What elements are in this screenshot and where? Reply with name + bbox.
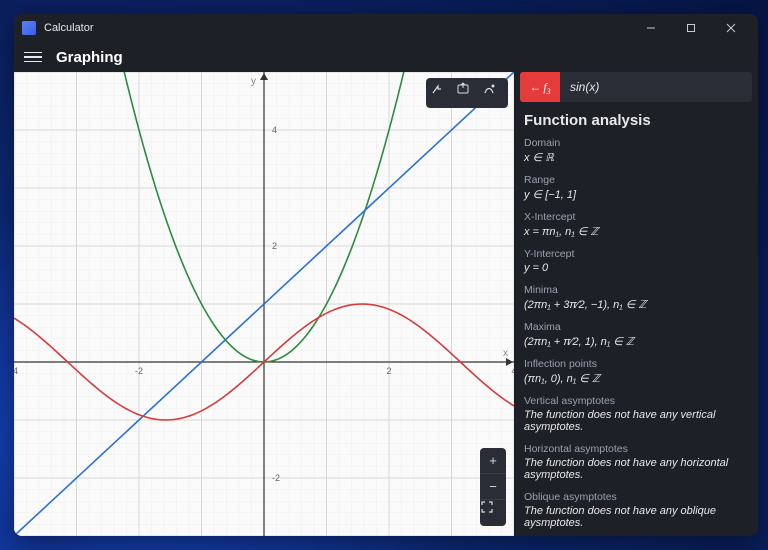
property-value: x ∈ ℝ <box>524 151 748 164</box>
svg-text:4: 4 <box>272 125 277 135</box>
analysis-properties-list[interactable]: Domain x ∈ ℝ Range y ∈ [−1, 1] X-Intercept x … <box>514 137 758 536</box>
property-value: (2πn₁ + 3π⁄2, −1), n₁ ∈ ℤ <box>524 298 748 311</box>
back-to-functions-button[interactable]: ← f3 <box>520 72 560 102</box>
property-label: Horizontal asymptotes <box>524 443 748 455</box>
function-header: ← f3 sin(x) <box>520 72 752 102</box>
property-label: Domain <box>524 137 748 149</box>
svg-text:2: 2 <box>386 366 391 376</box>
property-value: x = πn₁, n₁ ∈ ℤ <box>524 225 748 238</box>
content: -4-224-224xy + − ← f3 sin(x) <box>14 72 758 536</box>
analysis-panel: ← f3 sin(x) Function analysis Domain x ∈ … <box>514 72 758 536</box>
zoom-fit-button[interactable] <box>480 500 506 526</box>
function-expression[interactable]: sin(x) <box>560 72 752 102</box>
minimize-button[interactable] <box>632 14 670 42</box>
app-window: Calculator Graphing -4-224-224xy + − <box>14 14 758 536</box>
property-label: Inflection points <box>524 358 748 370</box>
analysis-property: Range y ∈ [−1, 1] <box>524 174 748 201</box>
nav-menu-button[interactable] <box>24 52 42 63</box>
property-value: (πn₁, 0), n₁ ∈ ℤ <box>524 372 748 385</box>
analysis-property: Minima (2πn₁ + 3π⁄2, −1), n₁ ∈ ℤ <box>524 284 748 311</box>
property-value: The function does not have any vertical … <box>524 409 748 433</box>
maximize-button[interactable] <box>672 14 710 42</box>
analysis-property: X-Intercept x = πn₁, n₁ ∈ ℤ <box>524 211 748 238</box>
graph-pane[interactable]: -4-224-224xy + − <box>14 72 514 536</box>
analysis-property: Domain x ∈ ℝ <box>524 137 748 164</box>
analysis-property: Oblique asymptotes The function does not … <box>524 491 748 529</box>
analysis-property: Maxima (2πn₁ + π⁄2, 1), n₁ ∈ ℤ <box>524 321 748 348</box>
graph-canvas[interactable]: -4-224-224xy <box>14 72 514 536</box>
analysis-property: Inflection points (πn₁, 0), n₁ ∈ ℤ <box>524 358 748 385</box>
graph-toolbar <box>426 78 508 108</box>
svg-text:x: x <box>503 348 508 359</box>
property-label: Vertical asymptotes <box>524 395 748 407</box>
property-label: X-Intercept <box>524 211 748 223</box>
zoom-out-button[interactable]: − <box>480 474 506 500</box>
svg-text:-4: -4 <box>14 366 18 376</box>
svg-text:-2: -2 <box>135 366 143 376</box>
close-button[interactable] <box>712 14 750 42</box>
app-icon <box>22 21 36 35</box>
property-value: The function does not have any oblique a… <box>524 505 748 529</box>
back-arrow-icon: ← <box>529 80 541 94</box>
property-value: The function does not have any horizonta… <box>524 457 748 481</box>
zoom-in-button[interactable]: + <box>480 448 506 474</box>
svg-text:-2: -2 <box>272 473 280 483</box>
app-title: Calculator <box>44 22 94 34</box>
property-label: Y-Intercept <box>524 248 748 260</box>
zoom-controls: + − <box>480 448 506 526</box>
property-value: y ∈ [−1, 1] <box>524 188 748 201</box>
header: Graphing <box>14 42 758 72</box>
titlebar: Calculator <box>14 14 758 42</box>
analysis-property: Y-Intercept y = 0 <box>524 248 748 274</box>
property-value: (2πn₁ + π⁄2, 1), n₁ ∈ ℤ <box>524 335 748 348</box>
graph-options-button[interactable] <box>482 82 504 104</box>
window-controls <box>632 14 750 42</box>
svg-text:y: y <box>251 76 256 87</box>
property-label: Maxima <box>524 321 748 333</box>
property-label: Minima <box>524 284 748 296</box>
analysis-property: Horizontal asymptotes The function does n… <box>524 443 748 481</box>
analysis-property: Vertical asymptotes The function does not… <box>524 395 748 433</box>
property-value: y = 0 <box>524 262 748 274</box>
property-label: Range <box>524 174 748 186</box>
mode-title: Graphing <box>56 49 123 66</box>
trace-tool-button[interactable] <box>430 82 452 104</box>
property-label: Oblique asymptotes <box>524 491 748 503</box>
analysis-title: Function analysis <box>514 108 758 137</box>
share-graph-button[interactable] <box>456 82 478 104</box>
svg-text:2: 2 <box>272 241 277 251</box>
